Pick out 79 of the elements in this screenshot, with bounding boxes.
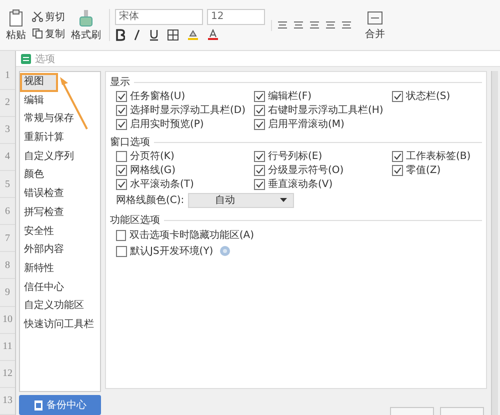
font-field[interactable]: 宋体 bbox=[115, 9, 203, 25]
sidebar-item[interactable]: 重新计算 bbox=[20, 129, 100, 148]
row-number: 10 bbox=[0, 306, 15, 334]
format-painter-button[interactable]: 格式刷 bbox=[69, 8, 103, 42]
sidebar-item[interactable]: 外部内容 bbox=[20, 241, 100, 260]
checkmark-icon bbox=[393, 92, 402, 100]
align-icon[interactable] bbox=[309, 20, 320, 30]
sidebar-item[interactable]: 信任中心 bbox=[20, 278, 100, 298]
scrollbar[interactable] bbox=[491, 71, 498, 415]
checkbox-option[interactable]: 垂直滚动条(V) bbox=[254, 177, 392, 191]
checkbox-option[interactable]: 分级显示符号(O) bbox=[254, 163, 392, 177]
font-color-icon[interactable] bbox=[207, 29, 219, 41]
checkbox-option[interactable]: 启用实时预览(P) bbox=[116, 117, 254, 131]
section-title: 窗口选项 bbox=[110, 136, 150, 149]
sidebar-item[interactable]: 安全性 bbox=[20, 222, 100, 242]
dialog-title: 选项 bbox=[35, 52, 55, 66]
grid-color-dropdown[interactable]: 自动 bbox=[188, 192, 294, 208]
sidebar-item[interactable]: 快速访问工具栏 bbox=[20, 316, 100, 335]
grid-color-label: 网格线颜色(C): bbox=[116, 194, 184, 207]
row-number: 4 bbox=[0, 144, 15, 172]
row-number: 13 bbox=[0, 388, 15, 415]
checkbox-option[interactable]: 工作表标签(B) bbox=[392, 149, 482, 163]
checkbox-option[interactable]: 默认JS开发环境(Y) bbox=[116, 244, 254, 258]
clipboard-icon bbox=[8, 8, 24, 26]
copy-button[interactable]: 复制 bbox=[32, 26, 65, 40]
row-number: 5 bbox=[0, 171, 15, 198]
sidebar-item[interactable]: 颜色 bbox=[20, 166, 100, 186]
fill-color-icon[interactable] bbox=[187, 29, 199, 41]
font-size-field[interactable]: 12 bbox=[207, 9, 265, 25]
paste-button[interactable]: 粘贴 bbox=[4, 8, 28, 42]
checkbox-option[interactable]: 水平滚动条(T) bbox=[116, 177, 254, 191]
sidebar-item[interactable]: 新特性 bbox=[20, 260, 100, 279]
section-title: 功能区选项 bbox=[110, 214, 160, 227]
checkbox-option[interactable]: 双击选项卡时隐藏功能区(A) bbox=[116, 228, 254, 242]
border-icon[interactable] bbox=[167, 29, 179, 41]
checkbox-option[interactable]: 行号列标(E) bbox=[254, 149, 392, 163]
sidebar-item[interactable]: 自定义序列 bbox=[20, 148, 100, 166]
sidebar-item[interactable]: 拼写检查 bbox=[20, 204, 100, 222]
sidebar-item[interactable]: 错误检查 bbox=[20, 185, 100, 204]
row-number: 11 bbox=[0, 334, 15, 361]
align-icon[interactable] bbox=[325, 20, 336, 30]
row-number: 9 bbox=[0, 279, 15, 307]
checkbox-option[interactable]: 零值(Z) bbox=[392, 163, 482, 177]
dropdown-caret-icon bbox=[280, 198, 288, 202]
copy-icon bbox=[32, 28, 43, 39]
align-icon[interactable] bbox=[277, 20, 288, 30]
checkbox-option[interactable]: 启用平滑滚动(M) bbox=[254, 117, 392, 131]
spreadsheet-icon bbox=[21, 54, 31, 64]
align-icon[interactable] bbox=[293, 20, 304, 30]
row-number: 12 bbox=[0, 360, 15, 388]
checkbox-option[interactable]: 编辑栏(F) bbox=[254, 89, 392, 103]
scissors-icon bbox=[32, 11, 43, 22]
cut-button[interactable]: 剪切 bbox=[32, 10, 65, 24]
align-icon[interactable] bbox=[341, 20, 352, 30]
row-number: 6 bbox=[0, 198, 15, 226]
italic-icon[interactable] bbox=[133, 29, 141, 41]
row-number: 2 bbox=[0, 90, 15, 117]
row-number: 7 bbox=[0, 225, 15, 252]
checkbox-option[interactable]: 网格线(G) bbox=[116, 163, 254, 177]
sidebar-item[interactable]: 常规与保存 bbox=[20, 110, 100, 130]
row-number: 3 bbox=[0, 116, 15, 144]
bold-icon[interactable] bbox=[115, 29, 125, 41]
merge-button[interactable]: 合并 bbox=[363, 8, 387, 42]
row-number: 8 bbox=[0, 252, 15, 280]
checkbox-option[interactable]: 任务窗格(U) bbox=[116, 89, 254, 103]
merge-cells-icon bbox=[367, 10, 383, 26]
row-number: 1 bbox=[0, 62, 15, 90]
sidebar-item[interactable]: 视图 bbox=[20, 73, 58, 92]
backup-center-button[interactable]: 备份中心 bbox=[19, 395, 101, 415]
checkbox-option[interactable]: 右键时显示浮动工具栏(H) bbox=[254, 103, 392, 117]
section-title: 显示 bbox=[110, 76, 130, 89]
checkbox-option[interactable]: 选择时显示浮动工具栏(D) bbox=[116, 103, 254, 117]
checkbox-option[interactable]: 状态栏(S) bbox=[392, 89, 482, 103]
underline-icon[interactable] bbox=[149, 29, 159, 41]
document-icon bbox=[34, 400, 42, 410]
sidebar-item[interactable]: 自定义功能区 bbox=[20, 297, 100, 316]
sidebar-item[interactable]: 编辑 bbox=[20, 92, 100, 110]
brush-icon bbox=[78, 8, 94, 26]
checkbox-option[interactable]: 分页符(K) bbox=[116, 149, 254, 163]
